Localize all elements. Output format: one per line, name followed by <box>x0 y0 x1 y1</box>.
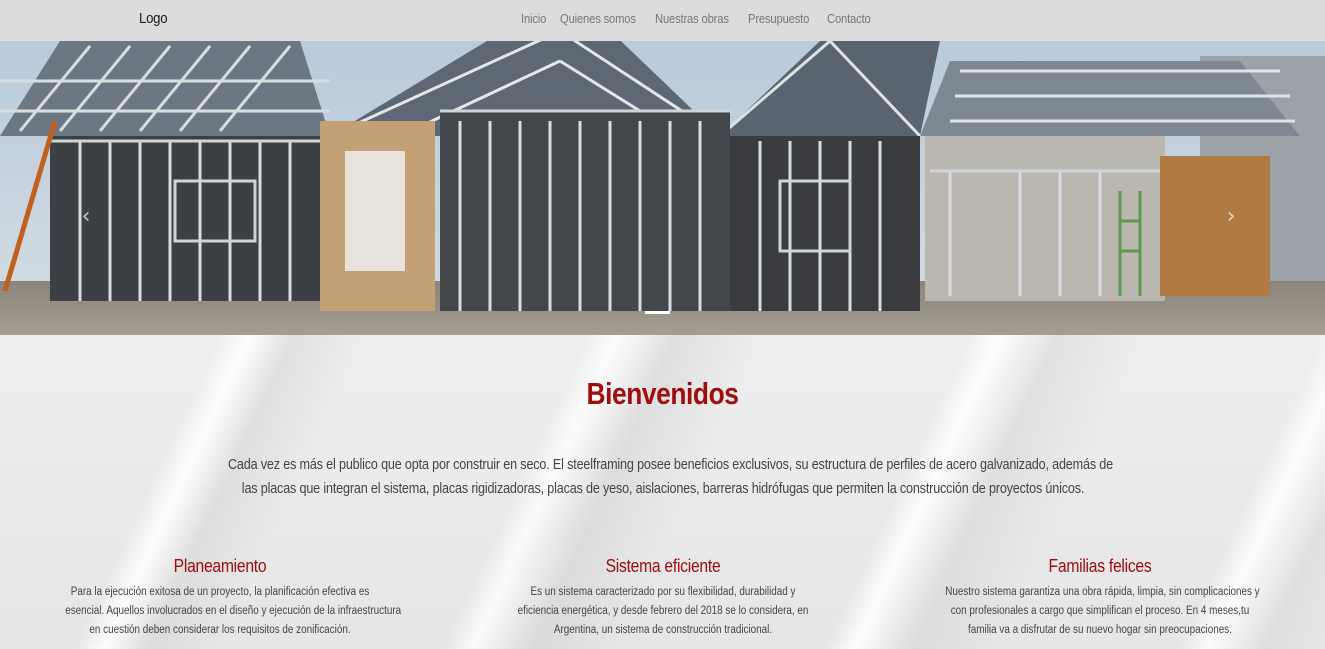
feature-text: Es un sistema caracterizado por su flexi… <box>483 583 843 640</box>
chevron-left-icon[interactable]: ‹ <box>76 204 96 230</box>
feature-line: eficiencia energética, y desde febrero d… <box>517 605 809 617</box>
feature-line: con profesionales a cargo que simplifica… <box>950 605 1250 617</box>
feature-line: esencial. Aquellos involucrados en el di… <box>65 605 402 617</box>
welcome-section: Bienvenidos Cada vez es más el publico q… <box>0 335 1325 649</box>
carousel-indicator-active[interactable] <box>645 311 670 314</box>
navbar: Logo Inicio Quienes somos Nuestras obras… <box>0 0 1325 41</box>
nav-link-contacto[interactable]: Contacto <box>827 12 871 26</box>
hero-carousel: ‹ › <box>0 41 1325 335</box>
feature-sistema-eficiente: Sistema eficiente Es un sistema caracter… <box>483 556 843 640</box>
hero-image <box>0 41 1325 335</box>
intro-line: Cada vez es más el publico que opta por … <box>228 457 1113 473</box>
feature-line: familia va a disfrutar de su nuevo hogar… <box>968 624 1232 636</box>
feature-title: Familias felices <box>1048 556 1152 576</box>
feature-line: Argentina, un sistema de construcción tr… <box>553 624 773 636</box>
page-title: Bienvenidos <box>586 376 739 411</box>
nav-link-presupuesto[interactable]: Presupuesto <box>748 12 809 26</box>
feature-title: Sistema eficiente <box>605 556 721 576</box>
nav-link-quienes-somos[interactable]: Quienes somos <box>560 12 636 26</box>
feature-title: Planeamiento <box>173 556 267 576</box>
intro-paragraph: Cada vez es más el publico que opta por … <box>163 453 1163 501</box>
chevron-right-icon[interactable]: › <box>1221 204 1241 230</box>
feature-line: Nuestro sistema garantiza una obra rápid… <box>945 586 1260 598</box>
feature-line: en cuestión deben considerar los requisi… <box>89 624 351 636</box>
feature-line: Para la ejecución exitosa de un proyecto… <box>70 586 370 598</box>
feature-planeamiento: Planeamiento Para la ejecución exitosa d… <box>40 556 402 640</box>
intro-line: las placas que integran el sistema, plac… <box>241 481 1085 497</box>
nav-link-nuestras-obras[interactable]: Nuestras obras <box>655 12 729 26</box>
feature-text: Nuestro sistema garantiza una obra rápid… <box>920 583 1280 640</box>
nav-menu: Inicio Quienes somos Nuestras obras Pres… <box>521 12 887 26</box>
feature-line: Es un sistema caracterizado por su flexi… <box>530 586 796 598</box>
feature-text: Para la ejecución exitosa de un proyecto… <box>40 583 402 640</box>
feature-familias-felices: Familias felices Nuestro sistema garanti… <box>920 556 1280 640</box>
logo[interactable]: Logo <box>139 10 168 27</box>
nav-link-inicio[interactable]: Inicio <box>521 12 546 26</box>
